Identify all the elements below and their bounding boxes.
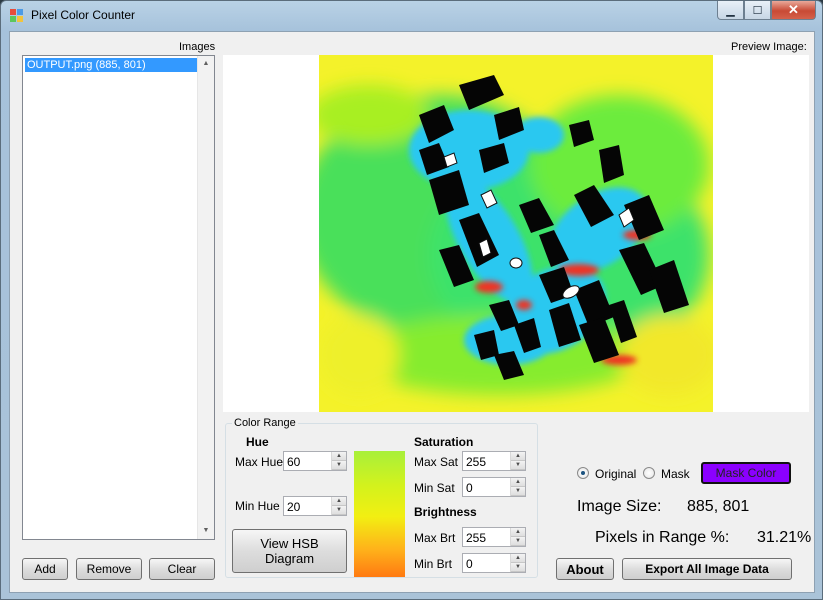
view-hsb-label: View HSB Diagram (260, 536, 319, 566)
max-sat-value: 255 (466, 455, 487, 469)
max-sat-input[interactable]: 255 ▲ ▼ (462, 451, 526, 471)
listbox-scrollbar[interactable]: ▲ ▼ (197, 56, 214, 539)
image-size-label: Image Size: (577, 498, 662, 515)
close-icon: ✕ (788, 2, 799, 17)
window-title: Pixel Color Counter (31, 8, 136, 22)
max-hue-label: Max Hue (235, 455, 284, 469)
max-sat-spinner[interactable]: ▲ ▼ (510, 452, 525, 470)
mask-radio[interactable] (643, 467, 655, 479)
list-item[interactable]: OUTPUT.png (885, 801) (25, 58, 197, 72)
pixels-in-range-label: Pixels in Range %: (595, 529, 730, 546)
max-hue-value: 60 (287, 455, 301, 469)
image-size-value: 885, 801 (687, 498, 750, 515)
scroll-down-icon[interactable]: ▼ (198, 523, 214, 539)
minimize-icon: ▁ (726, 4, 735, 17)
max-hue-spinner[interactable]: ▲ ▼ (331, 452, 346, 470)
max-brt-spinner[interactable]: ▲ ▼ (510, 528, 525, 546)
spin-down-icon[interactable]: ▼ (511, 563, 525, 572)
min-hue-spinner[interactable]: ▲ ▼ (331, 497, 346, 515)
min-sat-value: 0 (466, 481, 473, 495)
hue-heading: Hue (246, 435, 269, 449)
spin-down-icon[interactable]: ▼ (511, 461, 525, 470)
saturation-heading: Saturation (414, 435, 474, 449)
min-brt-value: 0 (466, 557, 473, 571)
min-sat-spinner[interactable]: ▲ ▼ (510, 478, 525, 496)
max-brt-input[interactable]: 255 ▲ ▼ (462, 527, 526, 547)
images-label: Images (179, 41, 216, 53)
spin-up-icon[interactable]: ▲ (332, 452, 346, 461)
pixels-in-range-value: 31.21% (757, 529, 812, 546)
export-all-button[interactable]: Export All Image Data (622, 558, 792, 580)
min-hue-label: Min Hue (235, 499, 280, 513)
preview-panel (223, 55, 809, 412)
color-range-title: Color Range (232, 417, 298, 429)
max-brt-label: Max Brt (414, 531, 456, 545)
max-brt-value: 255 (466, 531, 487, 545)
spin-down-icon[interactable]: ▼ (511, 487, 525, 496)
spin-down-icon[interactable]: ▼ (511, 537, 525, 546)
remove-button[interactable]: Remove (76, 558, 142, 580)
mask-color-button[interactable]: Mask Color (701, 462, 791, 484)
original-label[interactable]: Original (595, 467, 636, 481)
min-sat-label: Min Sat (414, 481, 455, 495)
images-listbox[interactable]: OUTPUT.png (885, 801) ▲ ▼ (22, 55, 215, 540)
spin-up-icon[interactable]: ▲ (511, 528, 525, 537)
spin-up-icon[interactable]: ▲ (511, 478, 525, 487)
add-button[interactable]: Add (22, 558, 68, 580)
spin-down-icon[interactable]: ▼ (332, 506, 346, 515)
spin-up-icon[interactable]: ▲ (511, 554, 525, 563)
scroll-up-icon[interactable]: ▲ (198, 56, 214, 72)
original-radio[interactable] (577, 467, 589, 479)
spin-up-icon[interactable]: ▲ (511, 452, 525, 461)
view-hsb-diagram-button[interactable]: View HSB Diagram (232, 529, 347, 573)
max-hue-input[interactable]: 60 ▲ ▼ (283, 451, 347, 471)
app-icon (10, 9, 24, 23)
spin-up-icon[interactable]: ▲ (332, 497, 346, 506)
min-hue-value: 20 (287, 500, 301, 514)
hue-range-gradient (354, 451, 405, 577)
preview-label: Preview Image: (731, 41, 807, 53)
preview-image (319, 55, 713, 412)
about-button[interactable]: About (556, 558, 614, 580)
mask-label[interactable]: Mask (661, 467, 690, 481)
min-sat-input[interactable]: 0 ▲ ▼ (462, 477, 526, 497)
clear-button[interactable]: Clear (149, 558, 215, 580)
min-brt-label: Min Brt (414, 557, 453, 571)
max-sat-label: Max Sat (414, 455, 459, 469)
title-bar[interactable]: Pixel Color Counter ▁ ☐ ✕ (1, 1, 822, 31)
caption-buttons: ▁ ☐ ✕ (717, 1, 816, 20)
minimize-button[interactable]: ▁ (717, 1, 744, 20)
maximize-icon: ☐ (752, 4, 763, 17)
maximize-button[interactable]: ☐ (744, 1, 771, 20)
app-window: Pixel Color Counter ▁ ☐ ✕ Images OUTPUT.… (0, 0, 823, 600)
client-area: Images OUTPUT.png (885, 801) ▲ ▼ Add Rem… (9, 31, 815, 593)
close-button[interactable]: ✕ (771, 1, 816, 20)
min-brt-input[interactable]: 0 ▲ ▼ (462, 553, 526, 573)
min-hue-input[interactable]: 20 ▲ ▼ (283, 496, 347, 516)
spin-down-icon[interactable]: ▼ (332, 461, 346, 470)
min-brt-spinner[interactable]: ▲ ▼ (510, 554, 525, 572)
brightness-heading: Brightness (414, 505, 477, 519)
